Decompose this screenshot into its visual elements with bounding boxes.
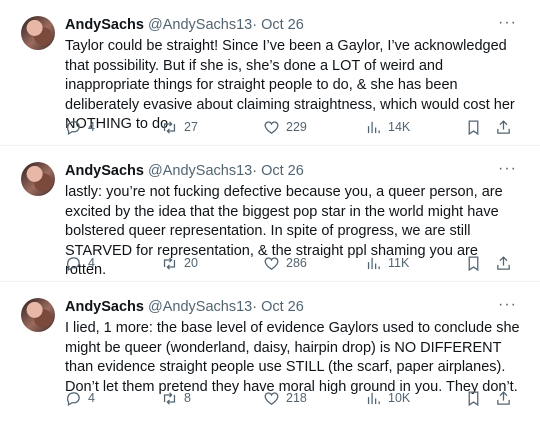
retweet-button[interactable]: 27 bbox=[161, 117, 198, 137]
reply-button[interactable]: 4 bbox=[65, 388, 95, 408]
retweet-button[interactable]: 8 bbox=[161, 388, 191, 408]
like-button[interactable]: 218 bbox=[263, 388, 307, 408]
like-icon bbox=[264, 256, 279, 270]
share-button[interactable] bbox=[495, 117, 512, 137]
share-icon bbox=[497, 390, 510, 405]
separator-dot: · bbox=[252, 299, 258, 315]
retweet-icon bbox=[163, 120, 176, 134]
views-icon bbox=[367, 257, 380, 269]
author-name[interactable]: AndySachs bbox=[65, 163, 144, 179]
share-button[interactable] bbox=[495, 388, 512, 408]
like-button[interactable]: 286 bbox=[263, 253, 307, 273]
view-count: 10K bbox=[388, 391, 411, 405]
views-icon bbox=[367, 392, 380, 404]
retweet-count: 27 bbox=[184, 120, 198, 134]
reply-button[interactable]: 4 bbox=[65, 117, 95, 137]
reply-icon bbox=[67, 256, 80, 271]
more-options-button[interactable]: ··· bbox=[498, 160, 517, 178]
like-button[interactable]: 229 bbox=[263, 117, 307, 137]
avatar[interactable] bbox=[21, 162, 55, 196]
more-options-button[interactable]: ··· bbox=[498, 296, 517, 314]
bookmark-icon bbox=[468, 119, 479, 135]
tweet-header: AndySachs @AndySachs13· Oct 26 bbox=[65, 162, 304, 180]
bookmark-button[interactable] bbox=[465, 388, 482, 408]
separator-dot: · bbox=[252, 163, 258, 179]
avatar[interactable] bbox=[21, 16, 55, 50]
views-button[interactable]: 11K bbox=[365, 253, 409, 273]
author-name[interactable]: AndySachs bbox=[65, 17, 144, 33]
reply-count: 4 bbox=[88, 391, 95, 405]
like-count: 286 bbox=[286, 256, 307, 270]
like-count: 229 bbox=[286, 120, 307, 134]
tweet-text: I lied, 1 more: the base level of eviden… bbox=[65, 320, 520, 395]
tweet[interactable]: AndySachs @AndySachs13· Oct 26 ··· I lie… bbox=[0, 282, 540, 427]
retweet-count: 8 bbox=[184, 391, 191, 405]
share-button[interactable] bbox=[495, 253, 512, 273]
views-button[interactable]: 14K bbox=[365, 117, 410, 137]
tweet-header: AndySachs @AndySachs13· Oct 26 bbox=[65, 298, 304, 316]
author-name[interactable]: AndySachs bbox=[65, 299, 144, 315]
bookmark-button[interactable] bbox=[465, 117, 482, 137]
like-icon bbox=[264, 391, 279, 405]
tweet-feed: AndySachs @AndySachs13· Oct 26 ··· Taylo… bbox=[0, 0, 540, 427]
author-handle[interactable]: @AndySachs13 bbox=[148, 299, 252, 315]
reply-icon bbox=[67, 391, 80, 406]
views-button[interactable]: 10K bbox=[365, 388, 410, 408]
tweet-date[interactable]: Oct 26 bbox=[261, 163, 304, 179]
tweet-date[interactable]: Oct 26 bbox=[261, 17, 304, 33]
tweet-header: AndySachs @AndySachs13· Oct 26 bbox=[65, 16, 304, 34]
like-icon bbox=[264, 120, 279, 134]
view-count: 11K bbox=[388, 256, 410, 270]
action-bar: 4 8 218 10K bbox=[65, 388, 516, 408]
retweet-button[interactable]: 20 bbox=[161, 253, 198, 273]
avatar[interactable] bbox=[21, 298, 55, 332]
like-count: 218 bbox=[286, 391, 307, 405]
reply-button[interactable]: 4 bbox=[65, 253, 95, 273]
bookmark-icon bbox=[468, 390, 479, 406]
reply-count: 4 bbox=[88, 120, 95, 134]
bookmark-icon bbox=[468, 255, 479, 271]
retweet-icon bbox=[163, 256, 176, 270]
reply-icon bbox=[67, 120, 80, 135]
tweet[interactable]: AndySachs @AndySachs13· Oct 26 ··· lastl… bbox=[0, 146, 540, 282]
share-icon bbox=[497, 119, 510, 134]
more-options-button[interactable]: ··· bbox=[498, 14, 517, 32]
views-icon bbox=[367, 121, 380, 133]
author-handle[interactable]: @AndySachs13 bbox=[148, 163, 252, 179]
retweet-count: 20 bbox=[184, 256, 198, 270]
separator-dot: · bbox=[252, 17, 258, 33]
reply-count: 4 bbox=[88, 256, 95, 270]
retweet-icon bbox=[163, 391, 176, 405]
action-bar: 4 27 229 14K bbox=[65, 117, 516, 137]
share-icon bbox=[497, 255, 510, 270]
tweet[interactable]: AndySachs @AndySachs13· Oct 26 ··· Taylo… bbox=[0, 0, 540, 146]
action-bar: 4 20 286 11K bbox=[65, 253, 516, 273]
bookmark-button[interactable] bbox=[465, 253, 482, 273]
view-count: 14K bbox=[388, 120, 411, 134]
author-handle[interactable]: @AndySachs13 bbox=[148, 17, 252, 33]
tweet-date[interactable]: Oct 26 bbox=[261, 299, 304, 315]
